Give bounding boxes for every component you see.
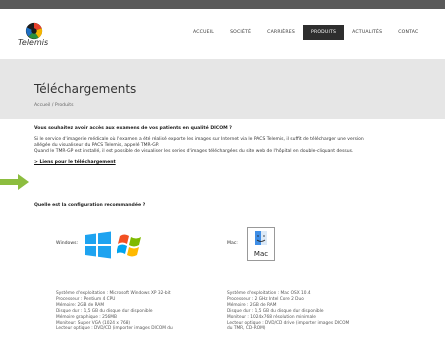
nav-item-contact[interactable]: CONTAC xyxy=(390,25,426,40)
main-content: Vous souhaitez avoir accès aux examens d… xyxy=(34,126,445,165)
question-dicom: Vous souhaitez avoir accès aux examens d… xyxy=(34,126,232,131)
download-link[interactable]: > Liens pour le téléchargement xyxy=(34,160,116,165)
nav-item-actualites[interactable]: ACTUALITÉS xyxy=(344,25,390,40)
mac-specs: Système d'exploitation : Mac OSX 10.4 Pr… xyxy=(227,291,349,332)
nav-item-accueil[interactable]: ACCUEIL xyxy=(185,25,222,40)
nav-item-produits[interactable]: PRODUITS xyxy=(302,25,345,40)
finder-icon xyxy=(255,231,267,245)
windows-logo-icon xyxy=(85,231,111,259)
windows-specs: Système d'exploitation : Microsoft Windo… xyxy=(56,291,173,332)
nav-item-carrieres[interactable]: CARRIÈRES xyxy=(259,25,303,40)
nav-item-societe[interactable]: SOCIÉTÉ xyxy=(222,25,259,40)
arrow-right-icon xyxy=(0,174,29,190)
mac-box-text: Mac xyxy=(253,250,269,258)
paragraph-line: Quand le TMR-GP est installé, il est pos… xyxy=(34,149,354,154)
logo-text[interactable]: Telemis xyxy=(18,38,48,47)
page-title: Téléchargements xyxy=(34,82,137,96)
mac-logo: Mac xyxy=(247,227,275,261)
spec-line: du TMR, CD-ROM) xyxy=(227,326,266,332)
windows-flag-icon xyxy=(117,234,141,257)
question-config: Quelle est la configuration recommandée … xyxy=(34,203,146,208)
top-bar xyxy=(0,0,445,9)
spec-line: Lecteur optique : DVD/CD (importer image… xyxy=(56,326,173,332)
windows-label: Windows: xyxy=(56,241,79,246)
mac-label: Mac: xyxy=(227,241,238,246)
breadcrumb[interactable]: Accueil / Produits xyxy=(34,103,73,108)
main-nav: ACCUEIL SOCIÉTÉ CARRIÈRES PRODUITS ACTUA… xyxy=(185,25,426,40)
